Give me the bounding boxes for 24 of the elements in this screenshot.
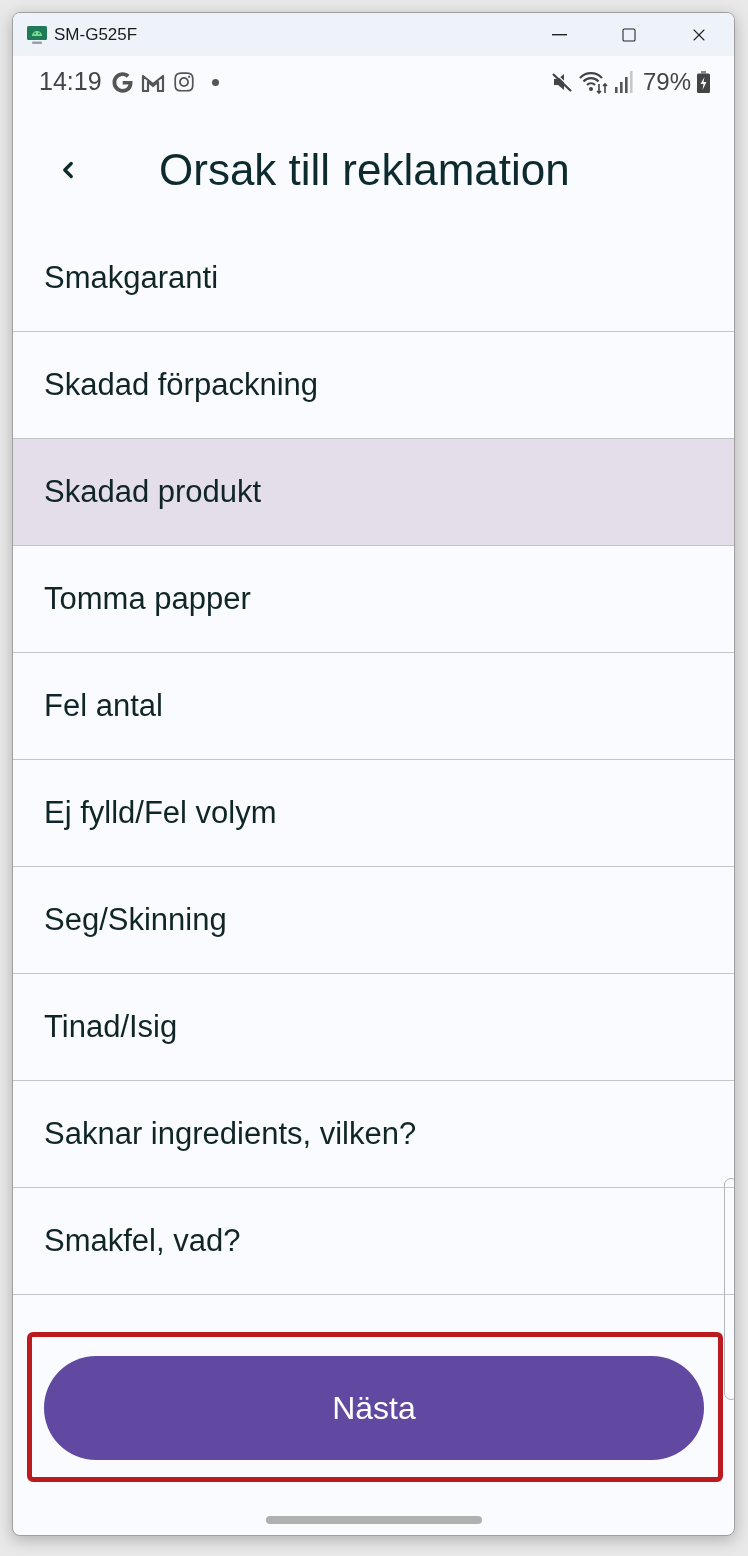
page-title: Orsak till reklamation xyxy=(159,143,570,196)
camera-icon xyxy=(172,71,195,93)
reason-item[interactable]: Smakgaranti xyxy=(13,225,734,332)
reason-item[interactable]: Tinad/Isig xyxy=(13,974,734,1081)
wifi-icon xyxy=(578,70,609,94)
window-title: SM-G525F xyxy=(54,23,138,46)
maximize-icon xyxy=(621,26,637,43)
reason-item[interactable]: Fel antal xyxy=(13,653,734,760)
signal-icon xyxy=(614,71,635,93)
battery-level: 79% xyxy=(642,67,691,97)
mute-icon xyxy=(550,71,573,93)
reason-item[interactable]: Saknar ingredients, vilken? xyxy=(13,1081,734,1188)
reason-item[interactable]: Ej fylld/Fel volym xyxy=(13,760,734,867)
battery-charging-icon xyxy=(697,71,710,93)
g-logo-icon xyxy=(111,71,133,93)
reason-item[interactable]: Seg/Skinning xyxy=(13,867,734,974)
minimize-icon xyxy=(551,33,567,36)
mail-icon xyxy=(140,72,165,92)
reason-item[interactable]: Smakfel, vad? xyxy=(13,1188,734,1295)
robot-monitor-icon xyxy=(27,24,47,45)
status-time: 14:19 xyxy=(39,66,102,98)
reason-item[interactable]: Skadad produkt xyxy=(13,439,734,546)
next-button[interactable]: Nästa xyxy=(44,1356,704,1460)
reason-item[interactable]: Tomma papper xyxy=(13,546,734,653)
